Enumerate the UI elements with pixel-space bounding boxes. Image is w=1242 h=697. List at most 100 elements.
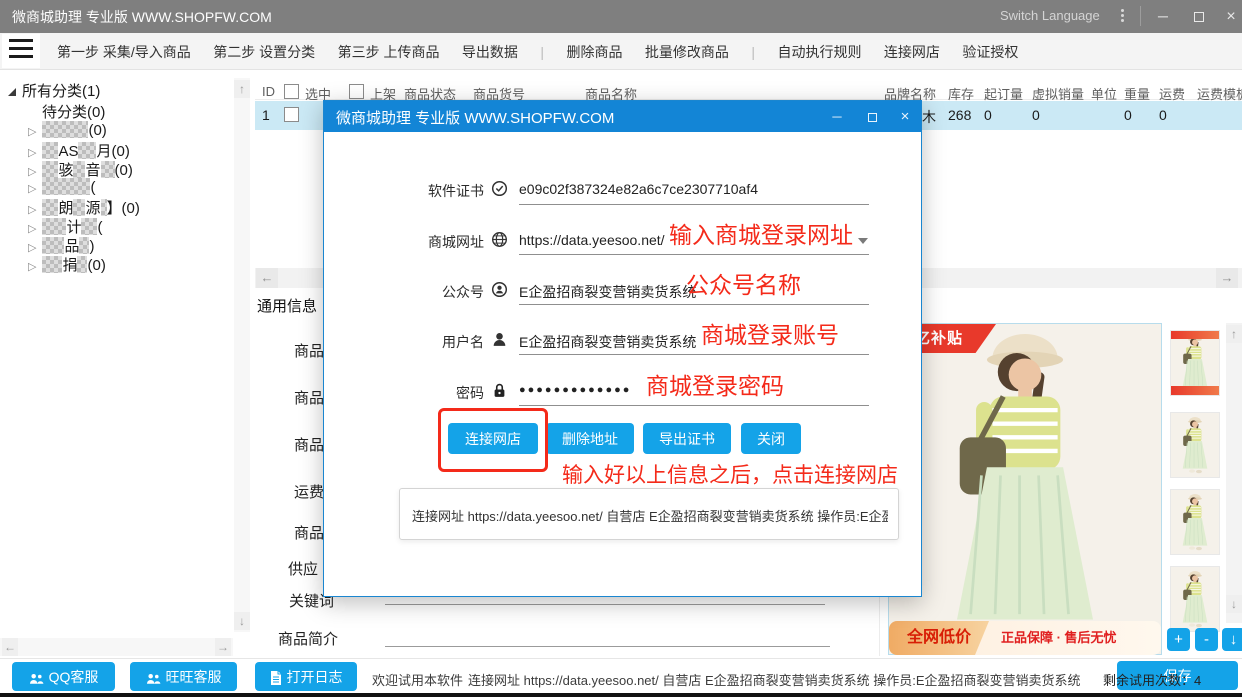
description-input[interactable]: [385, 646, 830, 647]
hamburger-menu-icon[interactable]: [2, 34, 40, 68]
official-account-label: 公众号: [384, 282, 484, 302]
switch-language-button[interactable]: Switch Language: [1000, 8, 1100, 23]
zoom-in-button[interactable]: +: [1167, 628, 1190, 651]
export-certificate-button[interactable]: 导出证书: [643, 423, 731, 454]
tree-item-censored[interactable]: ▷朗源】(0): [28, 197, 140, 215]
qq-support-button[interactable]: QQ客服: [12, 662, 115, 691]
keywords-input[interactable]: [385, 604, 825, 605]
tree-item-censored[interactable]: ▷品): [28, 235, 94, 253]
scroll-down-icon[interactable]: ↓: [1226, 595, 1242, 613]
sidebar-horizontal-scrollbar[interactable]: [0, 638, 233, 656]
select-all-checkbox[interactable]: [284, 84, 299, 99]
scroll-right-icon[interactable]: →: [215, 638, 231, 656]
dialog-minimize-button[interactable]: ─: [824, 101, 850, 132]
menu-step2-category[interactable]: 第二步 设置分类: [213, 42, 315, 62]
menu-auto-rules[interactable]: 自动执行规则: [777, 42, 861, 62]
form-label: 商品: [262, 340, 324, 361]
collapse-icon[interactable]: ▷: [28, 126, 36, 138]
menu-batch-edit[interactable]: 批量修改商品: [645, 42, 729, 62]
connection-status-text: 连接网址 https://data.yeesoo.net/ 自营店 E企盈招商裂…: [412, 506, 888, 525]
window-bottom-edge: [0, 693, 1242, 697]
menu-connect-shop[interactable]: 连接网店: [884, 42, 940, 62]
promo-banner: 全网低价 正品保障 · 售后无忧: [889, 621, 1161, 655]
minimize-button[interactable]: ─: [1148, 0, 1178, 33]
dialog-maximize-button[interactable]: [859, 101, 885, 132]
tree-item-censored[interactable]: ▷AS月(0): [28, 140, 130, 158]
scroll-up-icon[interactable]: ↑: [234, 80, 250, 98]
collapse-icon[interactable]: ▷: [28, 223, 36, 235]
window-titlebar: 微商城助理 专业版 WWW.SHOPFW.COM Switch Language…: [0, 0, 1242, 33]
download-image-button[interactable]: ↓: [1222, 628, 1242, 651]
connect-shop-dialog: 微商城助理 专业版 WWW.SHOPFW.COM ─ × 软件证书 e09c02…: [323, 100, 922, 597]
password-input[interactable]: ●●●●●●●●●●●●●: [519, 384, 631, 396]
scroll-left-icon[interactable]: ←: [2, 638, 18, 656]
tab-general-info[interactable]: 通用信息: [257, 295, 317, 316]
tree-item-censored[interactable]: ▷计(: [28, 216, 102, 234]
collapse-icon[interactable]: ▷: [28, 261, 36, 273]
scroll-down-icon[interactable]: ↓: [234, 612, 250, 630]
guarantee-text: 正品保障 · 售后无忧: [1001, 621, 1117, 655]
row-checkbox[interactable]: [284, 107, 299, 122]
product-thumbnail[interactable]: [1170, 566, 1220, 632]
more-options-icon[interactable]: [1113, 7, 1131, 25]
shop-url-label: 商城网址: [384, 232, 484, 252]
form-label: 商品: [262, 387, 324, 408]
dialog-close-button[interactable]: ×: [892, 101, 918, 132]
collapse-icon[interactable]: ▷: [28, 242, 36, 254]
menu-export-data[interactable]: 导出数据: [462, 42, 518, 62]
tree-item-censored[interactable]: ▷捐(0): [28, 254, 106, 272]
open-log-button[interactable]: 打开日志: [255, 662, 357, 691]
tree-item-censored[interactable]: ▷(0): [28, 121, 107, 139]
official-account-icon: [491, 281, 508, 298]
annotation-tip: 输入好以上信息之后，点击连接网店: [562, 459, 898, 489]
menu-separator: |: [751, 44, 755, 60]
collapse-icon[interactable]: ▷: [28, 204, 36, 216]
close-dialog-button[interactable]: 关闭: [741, 423, 801, 454]
wangwang-support-button[interactable]: 旺旺客服: [130, 662, 237, 691]
username-input[interactable]: E企盈招商裂变营销卖货系统: [519, 332, 696, 352]
check-circle-icon: [491, 180, 508, 197]
password-label: 密码: [384, 383, 484, 403]
certificate-label: 软件证书: [384, 181, 484, 201]
scroll-right-icon[interactable]: →: [1216, 268, 1238, 288]
menu-step1-import[interactable]: 第一步 采集/导入商品: [57, 42, 191, 62]
scroll-left-icon[interactable]: ←: [256, 268, 278, 288]
row-shipping: 0: [1159, 107, 1167, 123]
collapse-icon[interactable]: ▷: [28, 183, 36, 195]
onsale-all-checkbox[interactable]: [349, 84, 364, 99]
official-account-input[interactable]: E企盈招商裂变营销卖货系统: [519, 282, 696, 302]
preview-vertical-scrollbar[interactable]: [1226, 323, 1242, 623]
menu-verify-auth[interactable]: 验证授权: [962, 42, 1018, 62]
username-label: 用户名: [384, 332, 484, 352]
zoom-out-button[interactable]: -: [1195, 628, 1218, 651]
form-label: 运费: [262, 481, 324, 502]
collapse-icon[interactable]: ▷: [28, 166, 36, 178]
field-underline: [519, 354, 869, 355]
chevron-down-icon[interactable]: [858, 238, 868, 244]
highlight-annotation-box: [438, 408, 548, 472]
tree-item-censored[interactable]: ▷骇音(0): [28, 159, 133, 177]
certificate-value[interactable]: e09c02f387324e82a6c7ce2307710af4: [519, 181, 758, 197]
maximize-button[interactable]: [1184, 0, 1214, 33]
tree-item-censored[interactable]: ▷(: [28, 178, 95, 196]
close-button[interactable]: ×: [1216, 0, 1242, 33]
product-thumbnail[interactable]: [1170, 489, 1220, 555]
product-thumbnail[interactable]: [1170, 330, 1220, 396]
category-tree: 所有分类(1) 待分类(0) ▷(0) ▷AS月(0) ▷骇音(0) ▷( ▷朗…: [0, 70, 255, 658]
scroll-up-icon[interactable]: ↑: [1226, 325, 1242, 343]
shop-url-input[interactable]: https://data.yeesoo.net/: [519, 232, 665, 248]
connection-status-box: 连接网址 https://data.yeesoo.net/ 自营店 E企盈招商裂…: [399, 488, 899, 540]
collapse-icon[interactable]: ▷: [28, 147, 36, 159]
tree-item-pending[interactable]: 待分类(0): [42, 101, 105, 119]
menu-bar: 第一步 采集/导入商品 第二步 设置分类 第三步 上传商品 导出数据 | 删除商…: [0, 33, 1242, 70]
product-thumbnail[interactable]: [1170, 412, 1220, 478]
form-label-description: 商品简介: [276, 628, 338, 649]
menu-step3-upload[interactable]: 第三步 上传商品: [338, 42, 440, 62]
field-underline: [519, 204, 869, 205]
menu-delete-product[interactable]: 删除商品: [566, 42, 622, 62]
tree-root-all-categories[interactable]: 所有分类(1): [8, 80, 100, 98]
delete-address-button[interactable]: 删除地址: [546, 423, 634, 454]
expand-icon[interactable]: [8, 88, 16, 96]
row-id: 1: [262, 107, 270, 123]
sidebar-vertical-scrollbar[interactable]: [234, 78, 250, 632]
